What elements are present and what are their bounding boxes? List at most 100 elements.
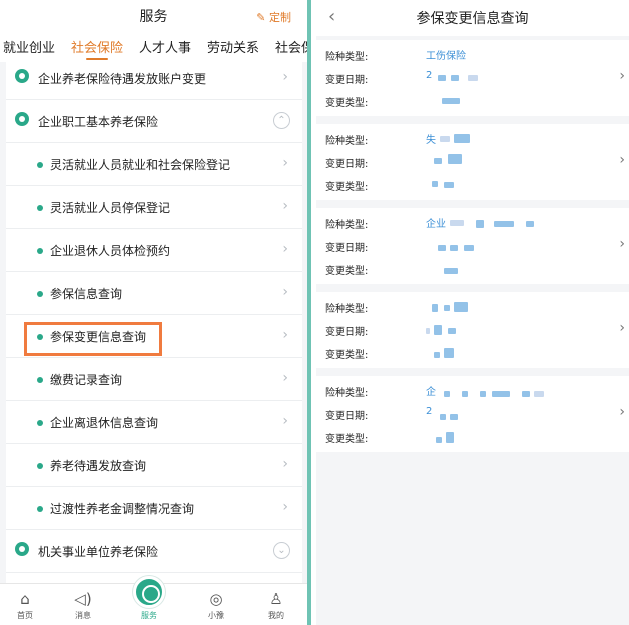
- redacted-mark: [522, 391, 530, 397]
- redacted-mark: [440, 136, 450, 142]
- category-icon: [15, 542, 29, 556]
- customize-label: 定制: [269, 11, 291, 24]
- list-item-label: 企业职工基本养老保险: [38, 115, 159, 129]
- list-item-pension-payment-query[interactable]: 养老待遇发放查询 ›: [6, 444, 302, 487]
- list-item-insurance-info-query[interactable]: 参保信息查询 ›: [6, 272, 302, 315]
- change-date-value: 2: [426, 70, 433, 81]
- list-item-flexible-employment-stop[interactable]: 灵活就业人员停保登记 ›: [6, 186, 302, 229]
- field-label: 变更日期:: [325, 159, 369, 170]
- change-query-screen: ‹ 参保变更信息查询 险种类型: 变更日期: 变更类型: 工伤保险 2 › 险种…: [316, 0, 629, 625]
- chevron-right-icon: ›: [619, 236, 625, 252]
- redacted-mark: [450, 220, 464, 226]
- bullet-dot: [37, 291, 43, 297]
- tab-labor-relations[interactable]: 劳动关系: [207, 37, 259, 56]
- bullet-dot: [37, 162, 43, 168]
- insurance-type-value: 失: [426, 135, 436, 146]
- change-date-value: 2: [426, 406, 433, 417]
- list-item-label: 企业退休人员体检预约: [50, 244, 171, 258]
- chevron-right-icon: ›: [619, 320, 625, 336]
- redacted-mark: [438, 75, 446, 81]
- redacted-mark: [432, 181, 438, 187]
- chevron-right-icon: ›: [282, 69, 288, 85]
- chevron-right-icon: ›: [282, 327, 288, 343]
- chevron-right-icon: ›: [619, 404, 625, 420]
- services-header: 服务 ✎ 定制: [0, 0, 307, 30]
- redacted-mark: [436, 437, 442, 443]
- chevron-right-icon: ›: [282, 499, 288, 515]
- nav-home[interactable]: ⌂ 首页: [0, 584, 50, 621]
- field-label: 险种类型:: [325, 220, 369, 231]
- insurance-type-value: 工伤保险: [426, 51, 466, 62]
- redacted-mark: [438, 245, 446, 251]
- field-label: 险种类型:: [325, 388, 369, 399]
- nav-label: 服务: [141, 611, 157, 620]
- list-item-label: 企业离退休信息查询: [50, 416, 159, 430]
- tab-employment[interactable]: 就业创业: [3, 37, 55, 56]
- change-record-card[interactable]: 险种类型: 变更日期: 变更类型: 工伤保险 2 ›: [316, 40, 629, 116]
- tab-talent[interactable]: 人才人事: [139, 37, 191, 56]
- category-icon: [15, 69, 29, 83]
- category-icon: [15, 112, 29, 126]
- divider: [307, 0, 311, 625]
- chevron-right-icon: ›: [619, 152, 625, 168]
- list-item-label: 参保信息查询: [50, 287, 123, 301]
- redacted-mark: [432, 304, 438, 312]
- redacted-mark: [426, 328, 430, 334]
- change-record-card[interactable]: 险种类型: 变更日期: 变更类型: 失 ›: [316, 124, 629, 200]
- nav-messages[interactable]: ◁) 消息: [58, 584, 108, 621]
- redacted-mark: [444, 305, 450, 311]
- chevron-right-icon: ›: [282, 241, 288, 257]
- nav-assistant[interactable]: ◎ 小豫: [191, 584, 241, 621]
- tab-social-insurance[interactable]: 社会保险: [71, 37, 123, 56]
- redacted-mark: [526, 221, 534, 227]
- field-label: 变更类型:: [325, 434, 369, 445]
- redacted-mark: [450, 414, 458, 420]
- list-item-pension-account-change[interactable]: 企业养老保险待遇发放账户变更 ›: [6, 57, 302, 100]
- tab-social-more[interactable]: 社会保: [275, 37, 307, 56]
- field-label: 变更类型:: [325, 182, 369, 193]
- category-institution-pension[interactable]: 机关事业单位养老保险 ⌄: [6, 530, 302, 573]
- chevron-right-icon: ›: [282, 284, 288, 300]
- list-item-label: 机关事业单位养老保险: [38, 545, 159, 559]
- redacted-mark: [450, 245, 458, 251]
- change-record-card[interactable]: 险种类型: 变更日期: 变更类型: ›: [316, 292, 629, 368]
- list-item-label: 养老待遇发放查询: [50, 459, 147, 473]
- redacted-mark: [434, 158, 442, 164]
- list-item-retirement-info-query[interactable]: 企业离退休信息查询 ›: [6, 401, 302, 444]
- redacted-mark: [444, 182, 454, 188]
- collapse-icon[interactable]: ⌃: [273, 112, 290, 129]
- chevron-right-icon: ›: [282, 198, 288, 214]
- bullet-dot: [37, 248, 43, 254]
- service-center-button[interactable]: [133, 576, 165, 608]
- redacted-mark: [451, 75, 459, 81]
- field-label: 变更类型:: [325, 350, 369, 361]
- redacted-mark: [468, 75, 478, 81]
- list-item-label: 缴费记录查询: [50, 373, 123, 387]
- change-record-card[interactable]: 险种类型: 变更日期: 变更类型: 企业 ›: [316, 208, 629, 284]
- chevron-right-icon: ›: [619, 68, 625, 84]
- redacted-mark: [434, 352, 440, 358]
- query-header: ‹ 参保变更信息查询: [316, 0, 629, 36]
- services-screen: 服务 ✎ 定制 就业创业 社会保险 人才人事 劳动关系 社会保 企业养老保险待遇…: [0, 0, 310, 625]
- list-item-transitional-pension-query[interactable]: 过渡性养老金调整情况查询 ›: [6, 487, 302, 530]
- redacted-mark: [440, 414, 446, 420]
- person-icon: ♙: [269, 590, 283, 608]
- field-label: 变更类型:: [325, 98, 369, 109]
- nav-label: 小豫: [208, 611, 224, 620]
- bullet-dot: [37, 377, 43, 383]
- list-item-label: 灵活就业人员就业和社会保险登记: [50, 158, 231, 172]
- redacted-mark: [476, 220, 484, 228]
- customize-button[interactable]: ✎ 定制: [256, 9, 291, 25]
- bullet-dot: [37, 420, 43, 426]
- list-item-payment-record-query[interactable]: 缴费记录查询 ›: [6, 358, 302, 401]
- change-record-card[interactable]: 险种类型: 变更日期: 变更类型: 企 2 ›: [316, 376, 629, 452]
- category-enterprise-pension[interactable]: 企业职工基本养老保险 ⌃: [6, 100, 302, 143]
- nav-profile[interactable]: ♙ 我的: [251, 584, 301, 621]
- redacted-mark: [442, 98, 460, 104]
- expand-icon[interactable]: ⌄: [273, 542, 290, 559]
- redacted-mark: [462, 391, 468, 397]
- list-item-retiree-checkup[interactable]: 企业退休人员体检预约 ›: [6, 229, 302, 272]
- list-item-flexible-employment-registration[interactable]: 灵活就业人员就业和社会保险登记 ›: [6, 143, 302, 186]
- bullet-dot: [37, 463, 43, 469]
- chevron-right-icon: ›: [282, 413, 288, 429]
